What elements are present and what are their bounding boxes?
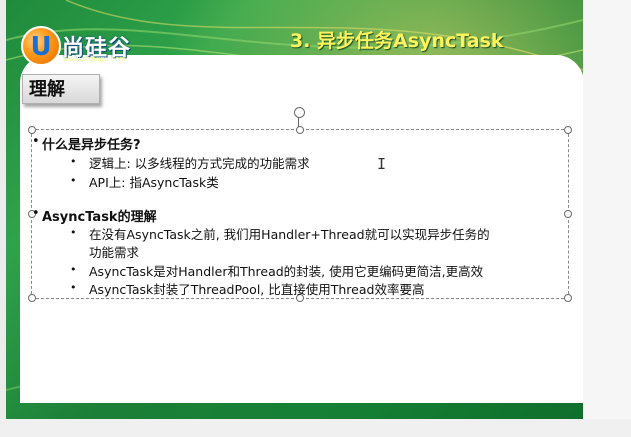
question-heading-1: 什么是异步任务? bbox=[42, 138, 141, 153]
list-item: 逻辑上: 以多线程的方式完成的功能需求 bbox=[89, 156, 310, 171]
bullet-icon: • bbox=[70, 226, 77, 239]
rotate-handle[interactable] bbox=[294, 107, 305, 118]
resize-handle-top-left[interactable] bbox=[28, 126, 36, 134]
text-box[interactable]: • 什么是异步任务? • 逻辑上: 以多线程的方式完成的功能需求 • API上:… bbox=[28, 126, 572, 302]
bullet-icon: • bbox=[32, 206, 40, 221]
list-item: AsyncTask是对Handler和Thread的封装, 使用它更编码更简洁,… bbox=[89, 264, 484, 279]
bullet-icon: • bbox=[32, 134, 40, 149]
bullet-icon: • bbox=[70, 174, 77, 187]
list-item: 在没有AsyncTask之前, 我们用Handler+Thread就可以实现异步… bbox=[89, 227, 490, 242]
bullet-icon: • bbox=[70, 281, 77, 294]
logo-mark-icon: U bbox=[21, 26, 61, 66]
resize-handle-bottom-right[interactable] bbox=[564, 294, 572, 302]
bullet-icon: • bbox=[70, 263, 77, 276]
resize-handle-top-right[interactable] bbox=[564, 126, 572, 134]
resize-handle-bottom-left[interactable] bbox=[28, 294, 36, 302]
resize-handle-right[interactable] bbox=[564, 210, 572, 218]
question-heading-2: AsyncTask的理解 bbox=[42, 210, 157, 225]
bullet-icon: • bbox=[70, 155, 77, 168]
right-margin-area bbox=[583, 0, 631, 419]
list-item: AsyncTask封装了ThreadPool, 比直接使用Thread效率要高 bbox=[89, 282, 425, 297]
list-item-continuation: 功能需求 bbox=[89, 245, 140, 260]
text-cursor-icon: I bbox=[377, 155, 387, 173]
brand-logo: U 尚硅谷 www.atguigu.com bbox=[21, 26, 171, 68]
logo-mark-letter: U bbox=[30, 32, 52, 62]
logo-url: www.atguigu.com bbox=[63, 55, 126, 63]
slide-title: 3. 异步任务AsyncTask bbox=[290, 30, 504, 52]
section-label: 理解 bbox=[22, 74, 100, 104]
list-item: API上: 指AsyncTask类 bbox=[89, 175, 219, 190]
resize-handle-top[interactable] bbox=[296, 126, 304, 134]
bottom-margin-area bbox=[0, 419, 631, 437]
